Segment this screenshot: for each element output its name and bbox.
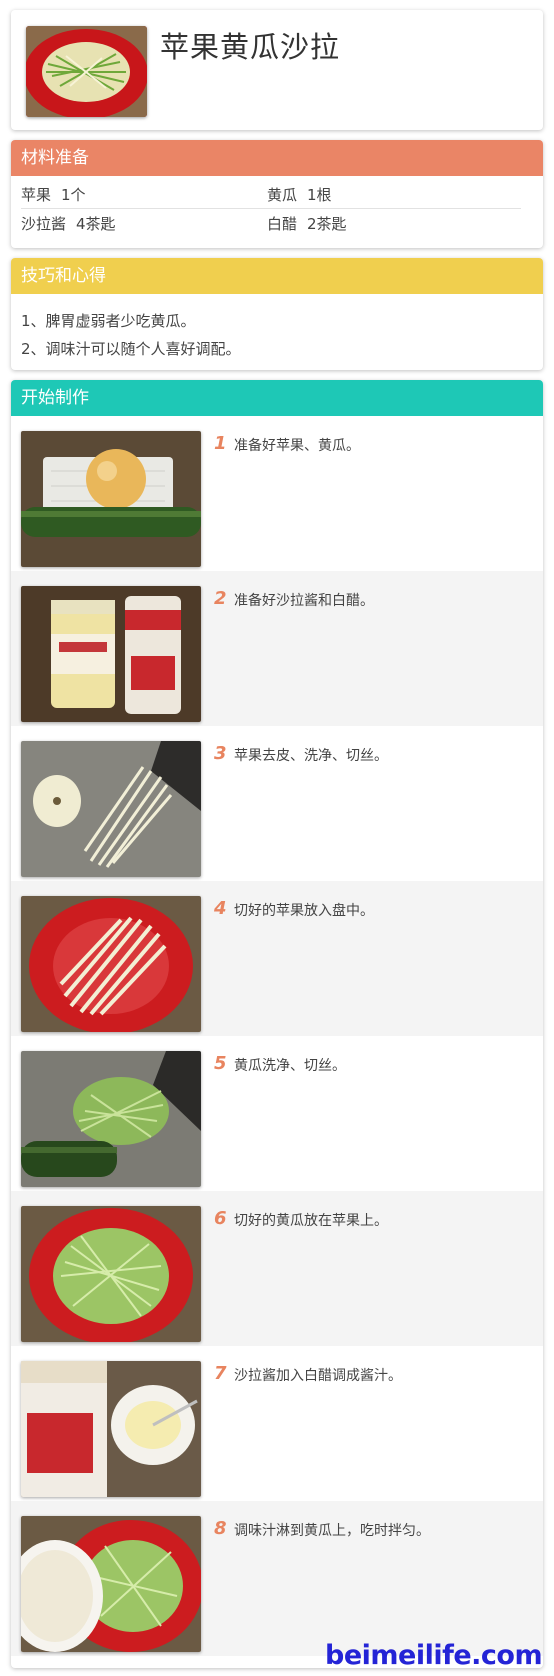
step-number: 6	[214, 1208, 227, 1229]
step-item: 4 切好的苹果放入盘中。	[11, 881, 543, 1036]
step-number: 4	[214, 898, 227, 919]
step-item: 2 准备好沙拉酱和白醋。	[11, 571, 543, 726]
ingredient-name: 苹果	[21, 186, 52, 204]
tip-item: 1、脾胃虚弱者少吃黄瓜。	[21, 312, 196, 330]
step-number: 7	[214, 1363, 227, 1384]
step-image[interactable]	[21, 1361, 201, 1497]
step-item: 3 苹果去皮、洗净、切丝。	[11, 726, 543, 881]
step-item: 7 沙拉酱加入白醋调成酱汁。	[11, 1346, 543, 1501]
step-text: 切好的黄瓜放在苹果上。	[234, 1213, 388, 1229]
step-item: 6 切好的黄瓜放在苹果上。	[11, 1191, 543, 1346]
step-text: 切好的苹果放入盘中。	[234, 903, 374, 919]
step-image[interactable]	[21, 1516, 201, 1652]
tips-card: 技巧和心得 1、脾胃虚弱者少吃黄瓜。 2、调味汁可以随个人喜好调配。	[11, 258, 543, 370]
ingredient-name: 沙拉酱	[21, 215, 67, 233]
step-image[interactable]	[21, 586, 201, 722]
ingredient-amount: 2茶匙	[307, 215, 347, 233]
site-watermark: beimeilife.com	[325, 1640, 543, 1671]
recipe-cover-image[interactable]	[26, 26, 147, 117]
ingredient-amount: 1根	[307, 186, 332, 204]
ingredient-amount: 1个	[61, 186, 86, 204]
step-image[interactable]	[21, 1206, 201, 1342]
step-number: 2	[214, 588, 227, 609]
ingredients-header: 材料准备	[11, 140, 543, 176]
step-number: 1	[214, 433, 227, 454]
step-image[interactable]	[21, 896, 201, 1032]
ingredient-item: 苹果 1个	[21, 181, 86, 209]
step-text: 准备好沙拉酱和白醋。	[234, 593, 374, 609]
ingredient-row: 沙拉酱 4茶匙 白醋 2茶匙	[21, 210, 521, 238]
step-image[interactable]	[21, 431, 201, 567]
step-number: 8	[214, 1518, 227, 1539]
step-item: 8 调味汁淋到黄瓜上，吃时拌匀。	[11, 1501, 543, 1656]
steps-card: 开始制作 1 准备好苹果、黄瓜。 2 准备好沙拉酱和白醋。 3 苹果去皮、洗净、…	[11, 380, 543, 1668]
step-item: 5 黄瓜洗净、切丝。	[11, 1036, 543, 1191]
step-image[interactable]	[21, 1051, 201, 1187]
ingredient-name: 黄瓜	[267, 186, 298, 204]
ingredient-item: 黄瓜 1根	[267, 181, 332, 209]
step-text: 准备好苹果、黄瓜。	[234, 438, 360, 454]
ingredient-name: 白醋	[267, 215, 298, 233]
step-number: 3	[214, 743, 227, 764]
recipe-title: 苹果黄瓜沙拉	[160, 30, 341, 64]
tips-header: 技巧和心得	[11, 258, 543, 294]
ingredient-row: 苹果 1个 黄瓜 1根	[21, 181, 521, 209]
ingredient-item: 沙拉酱 4茶匙	[21, 210, 116, 238]
step-text: 黄瓜洗净、切丝。	[234, 1058, 346, 1074]
step-text: 苹果去皮、洗净、切丝。	[234, 748, 388, 764]
ingredient-item: 白醋 2茶匙	[267, 210, 347, 238]
step-number: 5	[214, 1053, 227, 1074]
steps-header: 开始制作	[11, 380, 543, 416]
ingredients-card: 材料准备 苹果 1个 黄瓜 1根 沙拉酱 4茶匙 白醋 2茶匙	[11, 140, 543, 248]
step-image[interactable]	[21, 741, 201, 877]
tip-item: 2、调味汁可以随个人喜好调配。	[21, 340, 241, 358]
recipe-header-card: 苹果黄瓜沙拉	[11, 10, 543, 130]
step-item: 1 准备好苹果、黄瓜。	[11, 416, 543, 571]
step-text: 调味汁淋到黄瓜上，吃时拌匀。	[234, 1523, 430, 1539]
step-text: 沙拉酱加入白醋调成酱汁。	[234, 1368, 402, 1384]
ingredient-amount: 4茶匙	[76, 215, 116, 233]
